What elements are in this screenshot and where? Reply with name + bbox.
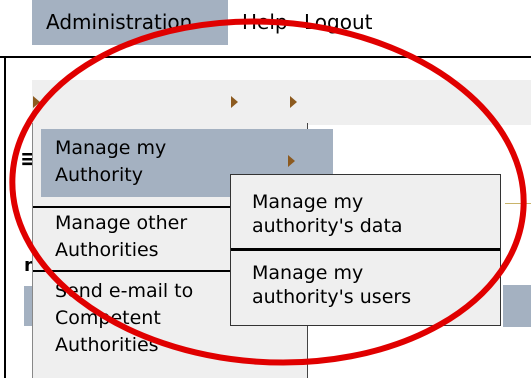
menu-administration-label: Administration — [46, 10, 193, 34]
submenu-item-label: Manage my — [252, 191, 364, 213]
submenu-item-label: authority's users — [252, 286, 412, 308]
dropdown-item-label: Manage other — [55, 212, 188, 234]
dropdown-item-label: Manage my — [55, 137, 167, 159]
manage-authority-submenu: Manage my authority's data Manage my aut… — [230, 174, 501, 326]
submenu-separator — [231, 248, 500, 251]
dropdown-item-label: Send e-mail to — [55, 280, 194, 302]
menu-arrow-icon — [231, 96, 238, 108]
menu-arrow-icon — [33, 96, 40, 108]
background-table-header-right — [503, 285, 531, 327]
window-frame-top — [0, 56, 531, 58]
submenu-arrow-icon — [288, 155, 295, 167]
background-divider — [505, 203, 531, 204]
dropdown-item-label: Competent — [55, 307, 161, 329]
submenu-item-label: authority's data — [252, 215, 403, 237]
menu-logout[interactable]: Logout — [304, 0, 372, 45]
dropdown-item-label: Authority — [55, 164, 143, 186]
window-frame-left — [4, 56, 6, 378]
submenu-item-authority-users[interactable]: Manage my authority's users — [252, 261, 411, 309]
submenu-item-authority-data[interactable]: Manage my authority's data — [252, 190, 403, 238]
dropdown-item-label: Authorities — [55, 334, 159, 356]
menu-help[interactable]: Help — [242, 0, 288, 45]
menu-administration[interactable]: Administration — [32, 0, 228, 45]
dropdown-item-label: Authorities — [55, 239, 159, 261]
menu-bar — [32, 80, 531, 125]
submenu-item-label: Manage my — [252, 262, 364, 284]
menu-arrow-icon — [290, 96, 297, 108]
